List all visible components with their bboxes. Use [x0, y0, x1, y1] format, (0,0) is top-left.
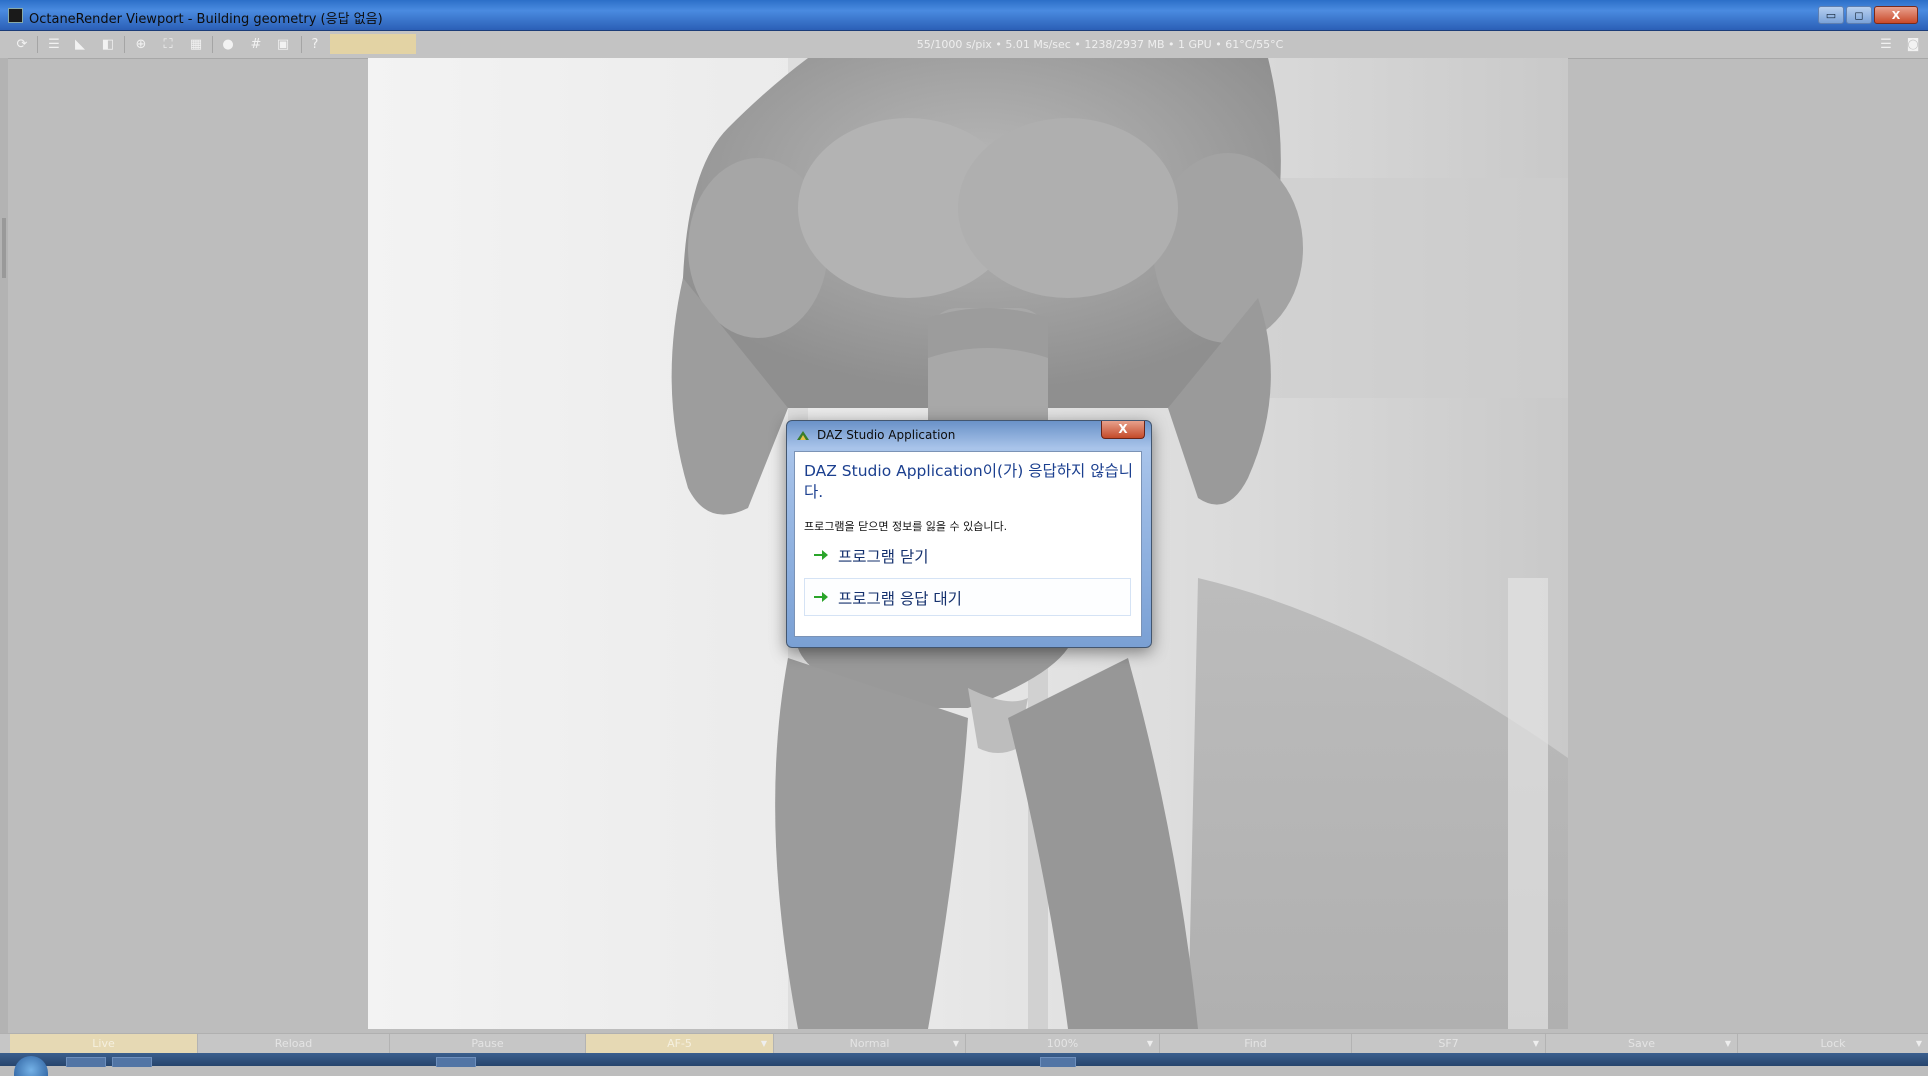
progress-field: [330, 34, 416, 54]
dropdown-arrow-icon: ▼: [1146, 1039, 1153, 1048]
start-button[interactable]: [14, 1056, 48, 1076]
dropdown-arrow-icon: ▼: [952, 1039, 959, 1048]
close-program-option[interactable]: 프로그램 닫기: [804, 536, 1131, 574]
sf-dropdown[interactable]: SF7 ▼: [1352, 1034, 1546, 1054]
maximize-button[interactable]: ◻: [1846, 6, 1872, 24]
background-image-icon[interactable]: ▣: [273, 35, 293, 54]
normal-label: Normal: [849, 1037, 890, 1050]
live-button[interactable]: Live: [10, 1034, 198, 1054]
wait-for-program-option[interactable]: 프로그램 응답 대기: [804, 578, 1131, 616]
window-titlebar: OctaneRender Viewport - Building geometr…: [0, 0, 1928, 31]
reload-button[interactable]: Reload: [198, 1034, 390, 1054]
octane-app-icon: [8, 8, 23, 23]
green-arrow-icon: [814, 592, 828, 602]
close-program-label: 프로그램 닫기: [838, 548, 929, 566]
sf-label: SF7: [1438, 1037, 1459, 1050]
daz-app-icon: [797, 431, 809, 440]
minimize-button[interactable]: ▭: [1818, 6, 1844, 24]
pick-object-icon[interactable]: ⊕: [131, 35, 151, 54]
find-button[interactable]: Find: [1160, 1034, 1352, 1054]
viewport-lock-icon[interactable]: ●: [218, 35, 238, 54]
help-icon[interactable]: ?: [305, 35, 325, 54]
list-icon[interactable]: ☰: [1876, 35, 1896, 54]
viewport-bottom-bar: Live Reload Pause AF-5 ▼ Normal ▼ 100% ▼ Fi…: [0, 1033, 1928, 1054]
render-stats: 55/1000 s/pix • 5.01 Ms/sec • 1238/2937 …: [916, 38, 1284, 51]
reset-icon[interactable]: ⟳: [12, 35, 32, 54]
green-arrow-icon: [814, 550, 828, 560]
film-settings-icon[interactable]: ☰: [44, 35, 64, 54]
dropdown-arrow-icon: ▼: [1532, 1039, 1539, 1048]
save-label: Save: [1627, 1037, 1655, 1050]
af-dropdown[interactable]: AF-5 ▼: [586, 1034, 774, 1054]
os-taskbar: [0, 1053, 1928, 1076]
window-controls: ▭ ◻ X: [1818, 6, 1918, 24]
dialog-heading: DAZ Studio Application이(가) 응답하지 않습니다.: [804, 462, 1134, 501]
left-edge-panel: [0, 58, 8, 1033]
pause-button[interactable]: Pause: [390, 1034, 586, 1054]
af-label: AF-5: [667, 1037, 692, 1050]
render-region-icon[interactable]: #: [246, 35, 266, 54]
close-button[interactable]: X: [1874, 6, 1918, 24]
viewport-toolbar: ⟳ ☰ ◣ ◧ ⊕ ⛶ ▦ ● # ▣ ? 55/1000 s/pix • 5.…: [0, 31, 1928, 59]
pick-focus-icon[interactable]: ◣: [70, 35, 90, 54]
dialog-message: 프로그램을 닫으면 정보를 잃을 수 있습니다.: [804, 520, 1008, 533]
dropdown-arrow-icon: ▼: [760, 1039, 767, 1048]
grid-icon[interactable]: ▦: [186, 35, 206, 54]
lock-dropdown[interactable]: Lock ▼: [1738, 1034, 1928, 1054]
dialog-body: DAZ Studio Application이(가) 응답하지 않습니다. 프로…: [794, 451, 1142, 637]
save-dropdown[interactable]: Save ▼: [1546, 1034, 1738, 1054]
not-responding-dialog: DAZ Studio Application X DAZ Studio Appl…: [786, 420, 1152, 648]
zoom-dropdown[interactable]: 100% ▼: [966, 1034, 1160, 1054]
dropdown-arrow-icon: ▼: [1724, 1039, 1731, 1048]
pick-material-icon[interactable]: ◧: [98, 35, 118, 54]
zoom-region-icon[interactable]: ⛶: [158, 35, 178, 54]
zoom-label: 100%: [1046, 1037, 1079, 1050]
dialog-title: DAZ Studio Application: [817, 428, 956, 442]
window-title: OctaneRender Viewport - Building geometr…: [29, 12, 383, 27]
normal-dropdown[interactable]: Normal ▼: [774, 1034, 966, 1054]
dropdown-arrow-icon: ▼: [1915, 1039, 1922, 1048]
wait-for-program-label: 프로그램 응답 대기: [838, 590, 962, 608]
dialog-close-button[interactable]: X: [1101, 421, 1145, 439]
camera-icon[interactable]: ◙: [1903, 35, 1923, 54]
lock-label: Lock: [1820, 1037, 1846, 1050]
